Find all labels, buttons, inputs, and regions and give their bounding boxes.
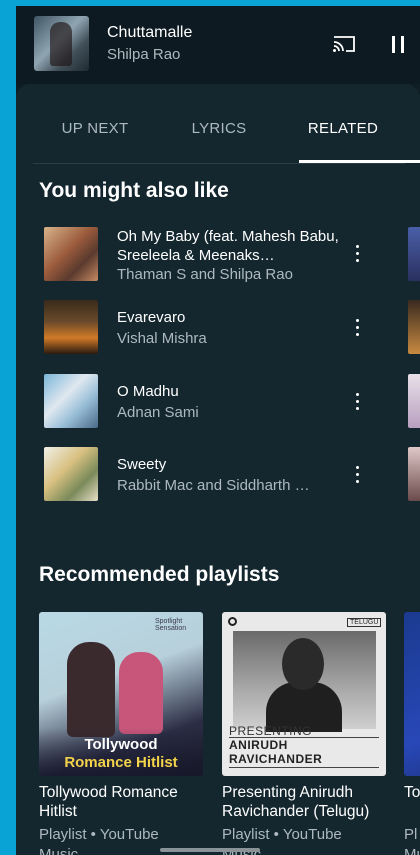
song-row[interactable]: Sweety Rabbit Mac and Siddharth … [16,447,420,509]
cast-icon[interactable] [332,34,356,54]
more-vert-icon[interactable] [352,466,362,484]
now-playing-title: Chuttamalle [107,24,193,41]
song-row[interactable]: O Madhu Adnan Sami [16,374,420,436]
artwork-badge: TELUGU [347,618,382,627]
next-column-artwork [408,300,420,354]
mini-player[interactable]: Chuttamalle Shilpa Rao [16,6,420,84]
app-frame: Chuttamalle Shilpa Rao UP NEXT LYRICS RE… [16,6,420,855]
tab-related[interactable]: RELATED [281,120,405,137]
song-title: Evarevaro [117,309,186,326]
now-playing-artist: Shilpa Rao [107,46,181,63]
playlist-artwork: TELUGU PRESENTING ANIRUDH RAVICHANDER [222,612,386,776]
tab-lyrics[interactable]: LYRICS [157,120,281,137]
song-artist: Thaman S and Shilpa Rao [117,266,293,283]
related-sheet: UP NEXT LYRICS RELATED You might also li… [16,84,420,855]
gesture-home-bar[interactable] [160,848,260,852]
song-artwork [44,227,98,281]
now-playing-artwork [34,16,89,71]
song-title: Oh My Baby (feat. Mahesh Babu, Sreeleela… [117,228,339,264]
playlist-subtitle: Pl Mu [404,826,420,855]
more-vert-icon[interactable] [352,393,362,411]
playlist-card[interactable]: To Pl Mu [404,612,420,855]
pause-icon[interactable] [390,36,406,53]
more-vert-icon[interactable] [352,245,362,263]
song-artist: Vishal Mishra [117,330,207,347]
song-row[interactable]: Oh My Baby (feat. Mahesh Babu, Sreeleela… [16,227,420,289]
song-title: O Madhu [117,383,179,400]
artwork-text: Romance Hitlist [64,754,178,771]
active-tab-indicator [299,160,420,163]
artwork-text: PRESENTING [229,724,313,738]
playlist-artwork: Spotlight Sensation Tollywood Romance Hi… [39,612,203,776]
next-column-artwork [408,374,420,428]
tab-up-next[interactable]: UP NEXT [33,120,157,137]
song-artist: Adnan Sami [117,404,199,421]
artwork-text: RAVICHANDER [229,752,323,766]
more-vert-icon[interactable] [352,319,362,337]
playlist-title: Presenting Anirudh Ravichander (Telugu) [222,784,370,820]
artwork-text: ANIRUDH [229,738,288,752]
next-column-artwork [408,227,420,281]
playlist-title: To [404,784,420,801]
playlist-artwork [404,612,420,776]
section-title-playlists: Recommended playlists [39,563,280,586]
song-artist: Rabbit Mac and Siddharth … [117,477,310,494]
artwork-text: Tollywood [84,736,158,753]
song-artwork [44,300,98,354]
song-artwork [44,447,98,501]
tab-bar: UP NEXT LYRICS RELATED [33,84,420,164]
song-row[interactable]: Evarevaro Vishal Mishra [16,300,420,362]
playlist-title: Tollywood Romance Hitlist [39,784,178,820]
artwork-tag: Spotlight Sensation [155,618,187,632]
section-title-related: You might also like [39,179,229,202]
next-column-artwork [408,447,420,501]
song-artwork [44,374,98,428]
song-title: Sweety [117,456,167,473]
